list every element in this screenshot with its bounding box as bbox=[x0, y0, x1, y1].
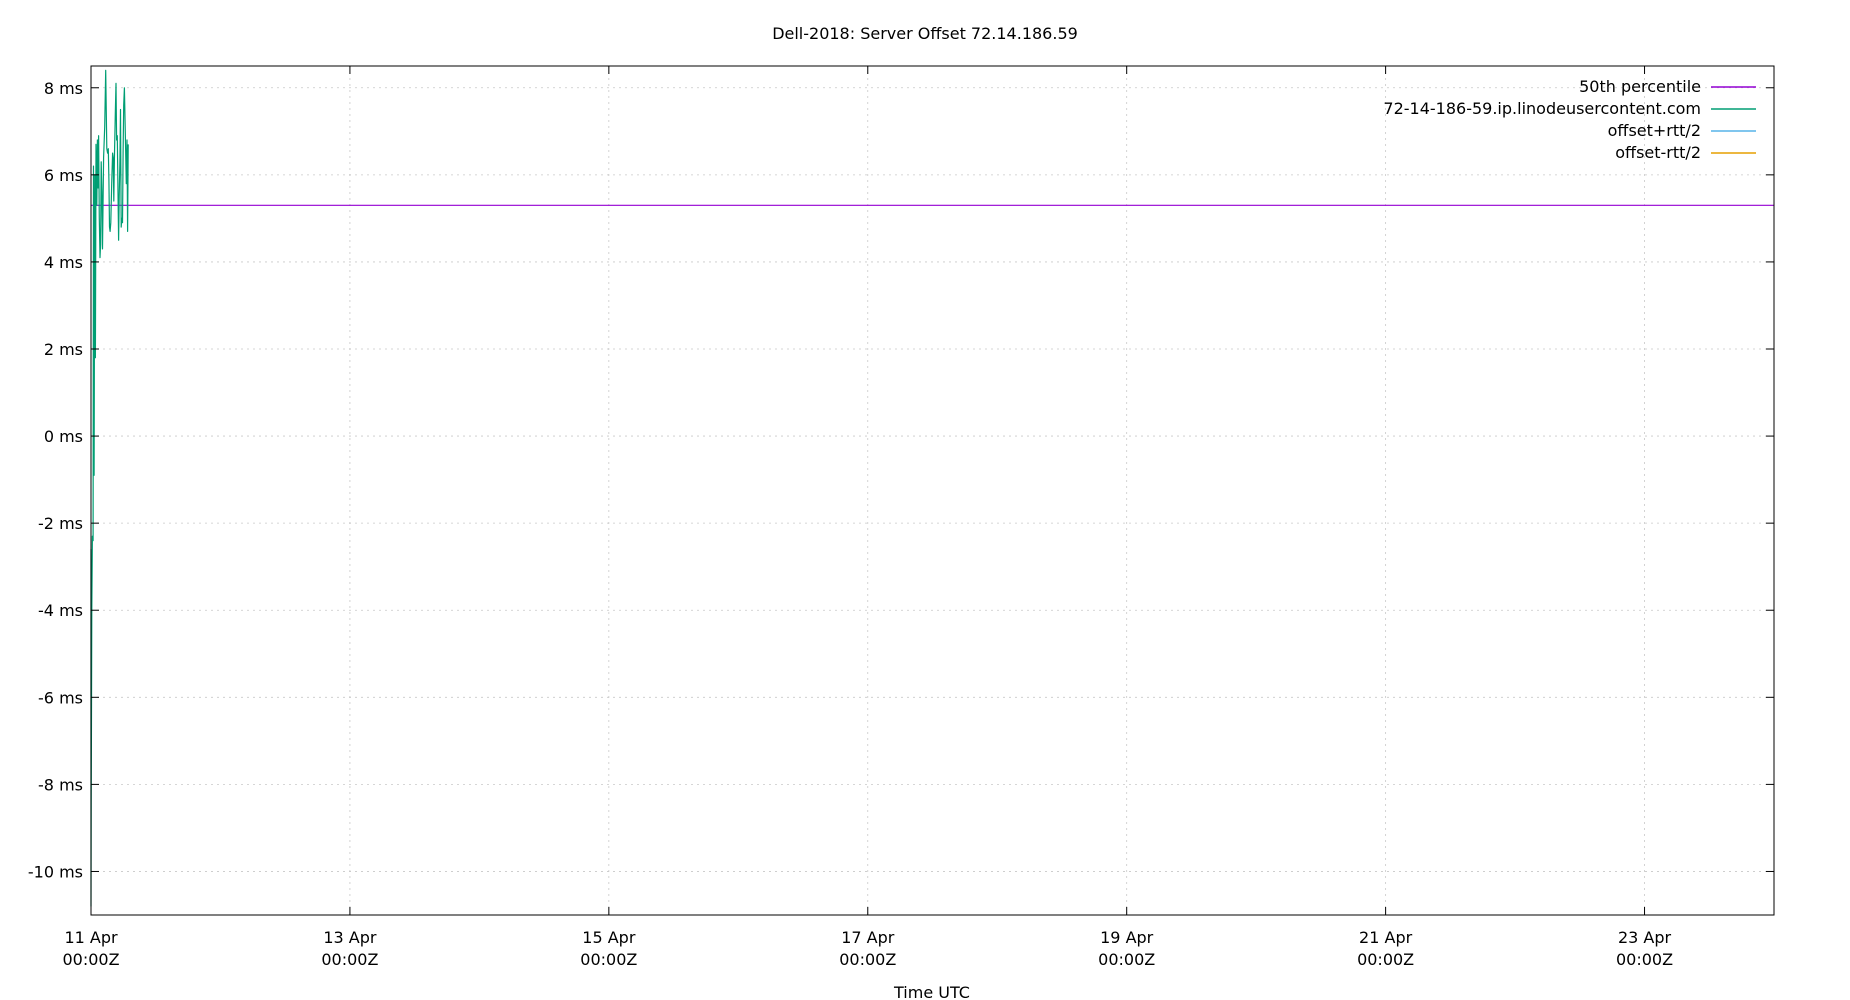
x-tick-label-time: 00:00Z bbox=[1098, 950, 1155, 969]
x-tick-label-date: 17 Apr bbox=[841, 928, 895, 947]
chart-background bbox=[0, 0, 1850, 1000]
x-tick-label-date: 19 Apr bbox=[1100, 928, 1154, 947]
y-tick-label: -6 ms bbox=[38, 688, 83, 707]
chart-title: Dell-2018: Server Offset 72.14.186.59 bbox=[772, 24, 1078, 43]
y-tick-label: 6 ms bbox=[44, 166, 83, 185]
x-tick-label-time: 00:00Z bbox=[1357, 950, 1414, 969]
legend-label: offset+rtt/2 bbox=[1608, 121, 1701, 140]
legend-label: 50th percentile bbox=[1579, 77, 1701, 96]
x-tick-label-time: 00:00Z bbox=[1616, 950, 1673, 969]
x-tick-label-time: 00:00Z bbox=[839, 950, 896, 969]
x-axis-label: Time UTC bbox=[893, 983, 970, 1000]
y-tick-label: -4 ms bbox=[38, 601, 83, 620]
legend-label: 72-14-186-59.ip.linodeusercontent.com bbox=[1383, 99, 1701, 118]
y-tick-label: 2 ms bbox=[44, 340, 83, 359]
x-tick-label-date: 21 Apr bbox=[1359, 928, 1413, 947]
x-tick-label-date: 13 Apr bbox=[323, 928, 377, 947]
y-tick-label: -10 ms bbox=[28, 862, 83, 881]
x-tick-label-date: 11 Apr bbox=[64, 928, 118, 947]
chart: Dell-2018: Server Offset 72.14.186.59 8 … bbox=[0, 0, 1850, 1000]
x-tick-label-date: 15 Apr bbox=[582, 928, 636, 947]
y-tick-label: -8 ms bbox=[38, 775, 83, 794]
legend-label: offset-rtt/2 bbox=[1615, 143, 1701, 162]
y-tick-label: 8 ms bbox=[44, 79, 83, 98]
x-tick-label-time: 00:00Z bbox=[580, 950, 637, 969]
x-tick-label-date: 23 Apr bbox=[1618, 928, 1672, 947]
y-tick-label: 4 ms bbox=[44, 253, 83, 272]
x-tick-label-time: 00:00Z bbox=[321, 950, 378, 969]
x-tick-label-time: 00:00Z bbox=[62, 950, 119, 969]
y-tick-label: 0 ms bbox=[44, 427, 83, 446]
y-tick-label: -2 ms bbox=[38, 514, 83, 533]
